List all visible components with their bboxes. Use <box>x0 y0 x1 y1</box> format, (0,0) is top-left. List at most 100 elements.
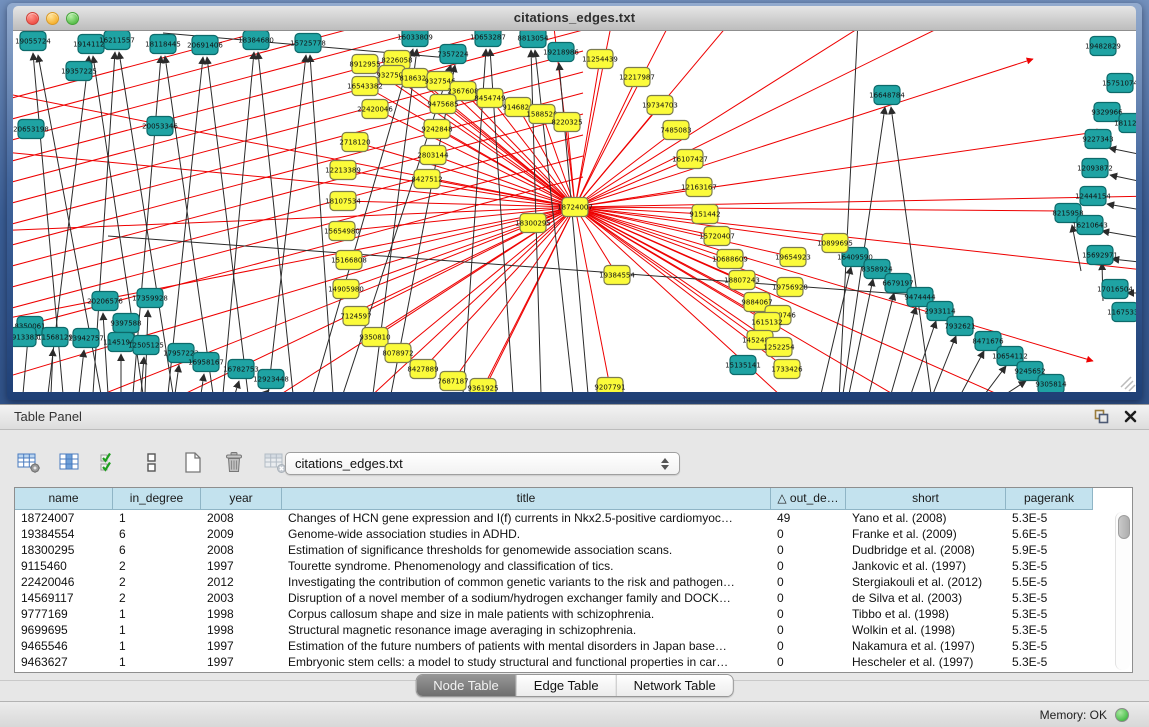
graph-node[interactable]: 20691406 <box>187 36 223 55</box>
graph-edge-black[interactable] <box>1006 381 1026 392</box>
table-cell[interactable]: 0 <box>771 526 846 542</box>
tab-network-table[interactable]: Network Table <box>617 675 733 696</box>
table-cell[interactable]: Wolkin et al. (1998) <box>846 622 1006 638</box>
graph-node[interactable]: 18118445 <box>145 35 181 54</box>
graph-node[interactable]: 15166808 <box>331 251 367 270</box>
table-cell[interactable]: 49 <box>771 510 846 526</box>
table-cell[interactable]: 5.5E-5 <box>1006 574 1093 590</box>
show-columns-icon[interactable] <box>55 447 85 477</box>
graph-node[interactable]: 16958167 <box>188 353 224 372</box>
graph-node[interactable]: 3913383 <box>13 328 39 347</box>
table-cell[interactable]: 5.3E-5 <box>1006 654 1093 670</box>
graph-edge-black[interactable] <box>141 357 144 392</box>
graph-edge-black[interactable] <box>1107 204 1136 211</box>
graph-edge-red[interactable] <box>398 207 575 353</box>
graph-node[interactable]: 19357225 <box>61 62 97 81</box>
graph-node[interactable]: 9207791 <box>594 378 625 393</box>
table-cell[interactable]: 22420046 <box>15 574 113 590</box>
table-cell[interactable]: 19384554 <box>15 526 113 542</box>
close-panel-icon[interactable] <box>1122 408 1139 425</box>
graph-node[interactable]: 19756928 <box>772 278 808 297</box>
table-cell[interactable]: 9465546 <box>15 638 113 654</box>
graph-node[interactable]: 7124597 <box>340 307 371 326</box>
table-cell[interactable]: 9699695 <box>15 622 113 638</box>
table-cell[interactable]: 2009 <box>201 526 282 542</box>
table-cell[interactable]: Jankovic et al. (1997) <box>846 558 1006 574</box>
graph-node[interactable]: 9361925 <box>467 379 498 393</box>
graph-node[interactable]: 8454749 <box>474 89 505 108</box>
graph-node[interactable]: 16033809 <box>397 31 433 47</box>
graph-edge-black[interactable] <box>911 321 936 392</box>
graph-node[interactable]: 9227343 <box>1082 130 1113 149</box>
graph-node[interactable]: 19218986 <box>543 43 579 62</box>
table-cell[interactable]: Tibbo et al. (1998) <box>846 606 1006 622</box>
graph-node[interactable]: 19654923 <box>775 248 811 267</box>
table-cell[interactable]: 1998 <box>201 606 282 622</box>
graph-node[interactable]: 7687187 <box>437 372 468 391</box>
float-panel-icon[interactable] <box>1093 408 1110 425</box>
graph-edge-red[interactable] <box>575 59 600 207</box>
graph-node[interactable]: 9475685 <box>427 95 458 114</box>
table-cell[interactable]: 2003 <box>201 590 282 606</box>
table-cell[interactable]: 5.3E-5 <box>1006 590 1093 606</box>
graph-node[interactable]: 12923448 <box>253 370 289 389</box>
table-scrollbar-thumb[interactable] <box>1118 515 1130 539</box>
table-cell[interactable]: Dudbridge et al. (2008) <box>846 542 1006 558</box>
graph-node[interactable]: 2803144 <box>417 146 449 165</box>
graph-edge-black[interactable] <box>933 336 956 392</box>
table-cell[interactable]: 14569117 <box>15 590 113 606</box>
table-scrollbar[interactable] <box>1115 512 1130 670</box>
table-cell[interactable]: 1997 <box>201 654 282 670</box>
graph-node[interactable]: 12444154 <box>1075 187 1111 206</box>
graph-node[interactable]: 10899695 <box>817 234 853 253</box>
graph-node[interactable]: 18724007 <box>557 198 593 217</box>
graph-edge-black[interactable] <box>839 31 858 392</box>
column-header-short[interactable]: short <box>846 488 1006 510</box>
graph-edge-black[interactable] <box>79 350 84 392</box>
graph-node[interactable]: 8813054 <box>517 31 549 48</box>
table-row[interactable]: 977716911998Corpus callosum shape and si… <box>15 606 1132 622</box>
table-cell[interactable]: 1998 <box>201 622 282 638</box>
table-cell[interactable]: 1997 <box>201 558 282 574</box>
table-cell[interactable]: 5.3E-5 <box>1006 558 1093 574</box>
resize-grip[interactable] <box>1121 377 1135 391</box>
graph-edge-black[interactable] <box>961 351 984 392</box>
graph-edge-red[interactable] <box>423 207 575 369</box>
table-cell[interactable]: 6 <box>113 542 201 558</box>
graph-edge-red[interactable] <box>453 207 575 381</box>
graph-node[interactable]: 9350810 <box>359 328 390 347</box>
graph-node[interactable]: 8078972 <box>382 344 413 363</box>
table-cell[interactable]: de Silva et al. (2003) <box>846 590 1006 606</box>
graph-node[interactable]: 16210643 <box>1072 216 1108 235</box>
graph-edge-red[interactable] <box>433 155 575 207</box>
graph-edge-black[interactable] <box>1112 259 1136 263</box>
table-cell[interactable]: Structural magnetic resonance image aver… <box>282 622 771 638</box>
table-cell[interactable]: 0 <box>771 542 846 558</box>
network-table-select[interactable]: citations_edges.txt <box>285 452 680 475</box>
table-cell[interactable]: 5.3E-5 <box>1006 622 1093 638</box>
table-cell[interactable]: Estimation of the future numbers of pati… <box>282 638 771 654</box>
table-cell[interactable]: 2008 <box>201 542 282 558</box>
table-cell[interactable]: 2 <box>113 590 201 606</box>
graph-node[interactable]: 16211557 <box>99 31 135 50</box>
table-row[interactable]: 946362711997Embryonic stem cells: a mode… <box>15 654 1132 670</box>
graph-node[interactable]: 11254439 <box>582 50 618 69</box>
graph-node[interactable]: 1252254 <box>763 338 795 357</box>
new-document-icon[interactable] <box>178 447 208 477</box>
graph-node[interactable]: 20206576 <box>87 292 123 311</box>
graph-edge-black[interactable] <box>268 55 306 392</box>
graph-node[interactable]: 9305814 <box>1035 375 1067 393</box>
table-cell[interactable]: 18300295 <box>15 542 113 558</box>
table-cell[interactable]: Hescheler et al. (1997) <box>846 654 1006 670</box>
table-cell[interactable]: 1 <box>113 622 201 638</box>
graph-node[interactable]: 9397588 <box>110 314 141 333</box>
graph-node[interactable]: 10688609 <box>712 250 748 269</box>
graph-node[interactable]: 12217987 <box>619 68 655 87</box>
table-row[interactable]: 969969511998Structural magnetic resonanc… <box>15 622 1132 638</box>
table-cell[interactable]: 2 <box>113 558 201 574</box>
graph-edge-black[interactable] <box>1110 175 1136 183</box>
table-cell[interactable]: 2 <box>113 574 201 590</box>
graph-edge-black[interactable] <box>985 366 1006 392</box>
graph-node[interactable]: 11675330 <box>1107 303 1136 322</box>
select-all-icon[interactable] <box>96 447 126 477</box>
